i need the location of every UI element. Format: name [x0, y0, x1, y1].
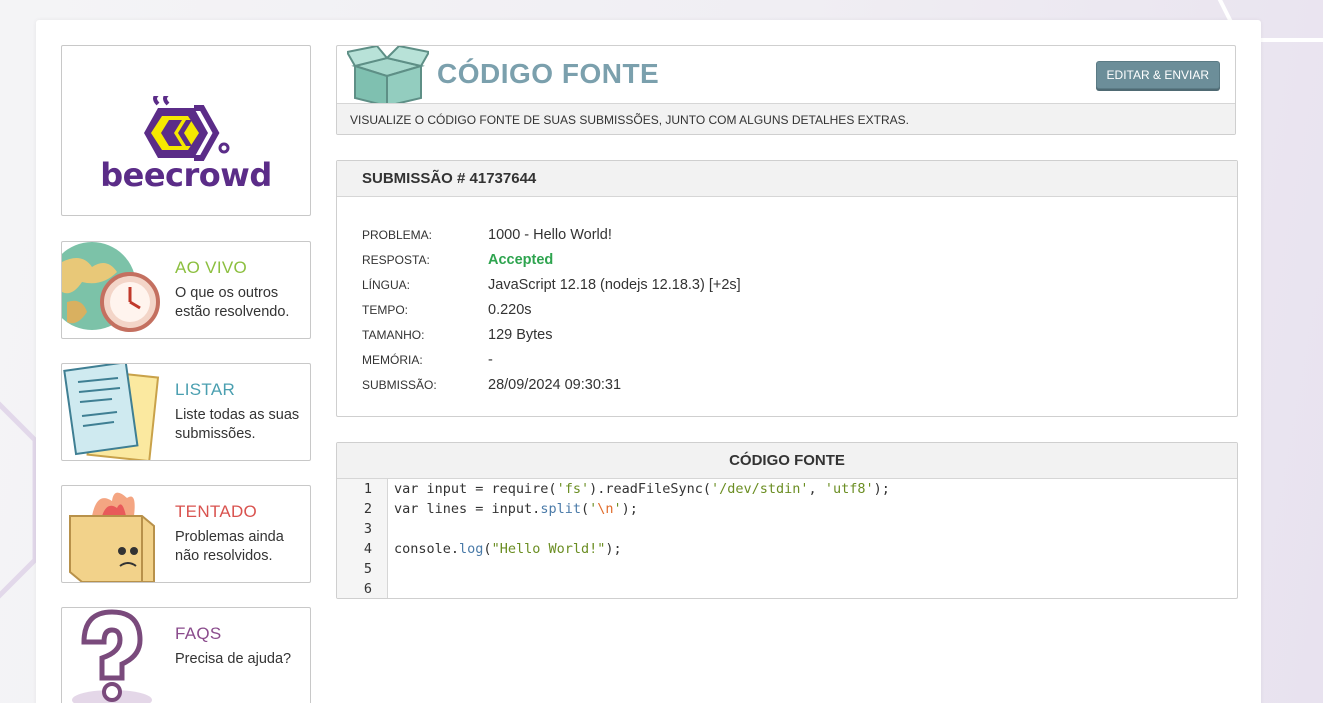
status-badge: Accepted [488, 251, 554, 268]
beecrowd-logo[interactable]: beecrowd [61, 45, 311, 216]
line-number: 4 [363, 541, 372, 557]
detail-row-lingua: LÍNGUA: JavaScript 12.18 (nodejs 12.18.3… [362, 272, 741, 297]
line-number: 5 [363, 561, 372, 577]
papers-icon [63, 364, 160, 460]
detail-row-submissao: SUBMISSÃO: 28/09/2024 09:30:31 [362, 372, 741, 397]
detail-row-tamanho: TAMANHO: 129 Bytes [362, 322, 741, 347]
detail-row-tempo: TEMPO: 0.220s [362, 297, 741, 322]
sidebar-card-title: AO VIVO [175, 258, 248, 277]
burning-box-icon [69, 492, 155, 582]
question-mark-icon [72, 609, 152, 703]
submission-details: PROBLEMA: 1000 - Hello World! RESPOSTA: … [362, 222, 741, 397]
source-code-heading: CÓDIGO FONTE [337, 443, 1237, 479]
detail-label: MEMÓRIA: [362, 352, 423, 367]
detail-value: 1000 - Hello World! [488, 226, 612, 243]
detail-label: TEMPO: [362, 302, 409, 317]
line-number: 6 [363, 581, 372, 597]
open-box-icon [347, 46, 429, 106]
sidebar-card-faqs[interactable]: FAQS Precisa de ajuda? [61, 607, 311, 703]
code-editor[interactable]: 1 2 3 4 5 6 var input = require('fs').re… [337, 479, 1237, 598]
detail-label: SUBMISSÃO: [362, 377, 437, 392]
page-title: CÓDIGO FONTE [437, 58, 660, 89]
page-subtitle: VISUALIZE O CÓDIGO FONTE DE SUAS SUBMISS… [337, 103, 1235, 134]
main-container: beecrowd AO VIVO O que os outros estão r… [36, 20, 1261, 703]
detail-label: PROBLEMA: [362, 227, 433, 242]
code-line: var lines = input.split('\n'); [394, 501, 638, 517]
code-line: var input = require('fs').readFileSync('… [394, 481, 890, 497]
background-hexagon-left [0, 401, 38, 599]
sidebar-card-title: LISTAR [175, 380, 236, 399]
detail-value: 129 Bytes [488, 326, 553, 343]
line-number: 2 [363, 501, 372, 517]
sidebar-card-desc: O que os outros estão resolvendo. [175, 285, 290, 320]
line-number: 3 [363, 521, 372, 537]
sidebar-card-ao-vivo[interactable]: AO VIVO O que os outros estão resolvendo… [61, 241, 311, 339]
submission-heading: SUBMISSÃO # 41737644 [337, 161, 1237, 197]
globe-clock-icon [62, 242, 160, 332]
sidebar-card-title: TENTADO [175, 502, 258, 521]
page-header: CÓDIGO FONTE EDITAR & ENVIAR VISUALIZE O… [336, 45, 1236, 135]
code-line: console.log("Hello World!"); [394, 541, 622, 557]
detail-value: - [488, 351, 493, 368]
source-code-panel: CÓDIGO FONTE 1 2 3 4 5 6 var input = req… [336, 442, 1238, 599]
sidebar-card-desc: Precisa de ajuda? [175, 651, 292, 667]
detail-row-resposta: RESPOSTA: Accepted [362, 247, 741, 272]
line-number: 1 [363, 481, 372, 497]
detail-row-problema: PROBLEMA: 1000 - Hello World! [362, 222, 741, 247]
sidebar-card-listar[interactable]: LISTAR Liste todas as suas submissões. [61, 363, 311, 461]
submission-panel: SUBMISSÃO # 41737644 PROBLEMA: 1000 - He… [336, 160, 1238, 417]
detail-label: RESPOSTA: [362, 252, 430, 267]
detail-value: 28/09/2024 09:30:31 [488, 376, 622, 393]
detail-value: JavaScript 12.18 (nodejs 12.18.3) [+2s] [488, 276, 741, 293]
detail-label: TAMANHO: [362, 327, 425, 342]
sidebar-card-desc: Liste todas as suas submissões. [175, 407, 300, 442]
sidebar-card-title: FAQS [175, 624, 222, 643]
edit-and-submit-button[interactable]: EDITAR & ENVIAR [1095, 61, 1220, 89]
sidebar-card-desc: Problemas ainda não resolvidos. [175, 529, 284, 564]
detail-label: LÍNGUA: [362, 277, 411, 292]
detail-row-memoria: MEMÓRIA: - [362, 347, 741, 372]
sidebar-card-tentado[interactable]: TENTADO Problemas ainda não resolvidos. [61, 485, 311, 583]
detail-value: 0.220s [488, 301, 532, 318]
logo-wordmark: beecrowd [100, 156, 272, 194]
